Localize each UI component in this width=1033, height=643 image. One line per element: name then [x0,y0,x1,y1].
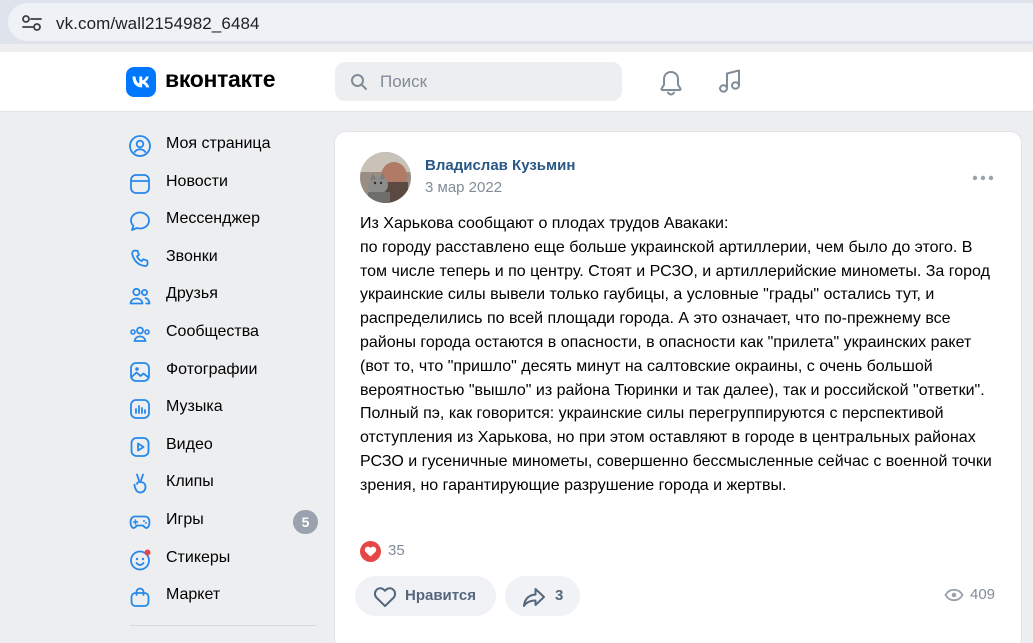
browser-toolbar: vk.com/wall2154982_6484 [0,0,1033,44]
search-placeholder: Поиск [380,72,428,91]
sidebar-item-label: Звонки [166,247,218,265]
stickers-icon [130,549,151,570]
sidebar-item-video[interactable]: Видео [126,428,322,466]
music-icon[interactable] [717,68,743,96]
sidebar-item-market[interactable]: Маркет [126,578,322,616]
post-date-link[interactable]: 3 мар 2022 [425,179,502,196]
messenger-icon [130,211,150,232]
author-avatar[interactable] [360,152,411,203]
friends-icon [129,288,151,305]
vk-logo-text[interactable]: вконтакте [165,66,276,93]
sidebar-item-label: Новости [166,172,228,190]
like-button[interactable]: Нравится [355,576,496,616]
games-icon [129,515,151,529]
sidebar-item-calls[interactable]: Звонки [126,240,322,278]
sidebar-item-label: Клипы [166,473,214,491]
post-text: Из Харькова сообщают о плодах трудов Ава… [360,215,992,494]
vk-logo-icon[interactable] [126,67,156,97]
sidebar-item-photos[interactable]: Фотографии [126,353,322,391]
sidebar-item-stickers[interactable]: Стикеры [126,541,322,579]
phone-icon [131,249,149,267]
share-count: 3 [555,587,564,604]
sidebar-item-label: Видео [166,435,213,453]
views-count: 409 [970,586,996,603]
sidebar-item-label: Стикеры [166,548,231,566]
sidebar-item-games[interactable]: Игры 5 [126,503,322,541]
sidebar-item-clips[interactable]: Клипы [126,465,322,503]
search-input[interactable]: Поиск [335,62,622,101]
site-info-icon[interactable] [22,15,42,31]
sidebar-item-label: Музыка [166,398,223,416]
reactions-count: 35 [388,542,405,559]
eye-icon [944,588,964,602]
sidebar-item-music[interactable]: Музыка [126,390,322,428]
author-name-link[interactable]: Владислав Кузьмин [425,157,575,174]
market-icon [130,587,150,608]
sidebar-item-label: Сообщества [166,322,259,340]
search-icon [351,74,367,90]
games-count-badge: 5 [293,509,318,534]
clips-icon [133,473,147,494]
communities-icon [130,326,150,342]
music-icon [130,399,150,420]
share-button[interactable]: 3 [505,576,580,616]
video-icon [130,436,150,457]
sidebar-item-my-page[interactable]: Моя страница [126,127,322,165]
url-text[interactable]: vk.com/wall2154982_6484 [56,14,260,34]
post-card: Владислав Кузьмин 3 мар 2022 Из Харькова… [334,131,1022,643]
news-icon [130,173,150,194]
sidebar-item-news[interactable]: Новости [126,165,322,203]
heart-outline-icon [373,587,397,607]
sidebar-item-label: Фотографии [166,360,258,378]
like-label: Нравится [405,587,477,604]
sidebar-item-friends[interactable]: Друзья [126,277,322,315]
sidebar-item-label: Мессенджер [166,210,260,228]
heart-reaction-icon [360,541,381,562]
sidebar-item-messenger[interactable]: Мессенджер [126,202,322,240]
address-bar[interactable]: vk.com/wall2154982_6484 [8,3,1033,41]
vk-header: вконтакте Поиск [0,52,1033,112]
sidebar-item-communities[interactable]: Сообщества [126,315,322,353]
sidebar-item-label: Маркет [166,586,221,604]
profile-icon [129,135,151,157]
notifications-bell-icon[interactable] [658,69,684,97]
sidebar-item-label: Друзья [166,285,218,303]
more-options-icon[interactable] [972,175,994,181]
sidebar-item-label: Моя страница [166,135,271,152]
left-sidebar: Моя страница Новости Мессенджер Звонки Д… [126,127,322,616]
sidebar-divider [130,625,316,626]
sidebar-item-label: Игры [166,510,204,528]
photos-icon [130,361,150,382]
share-arrow-icon [523,588,545,607]
